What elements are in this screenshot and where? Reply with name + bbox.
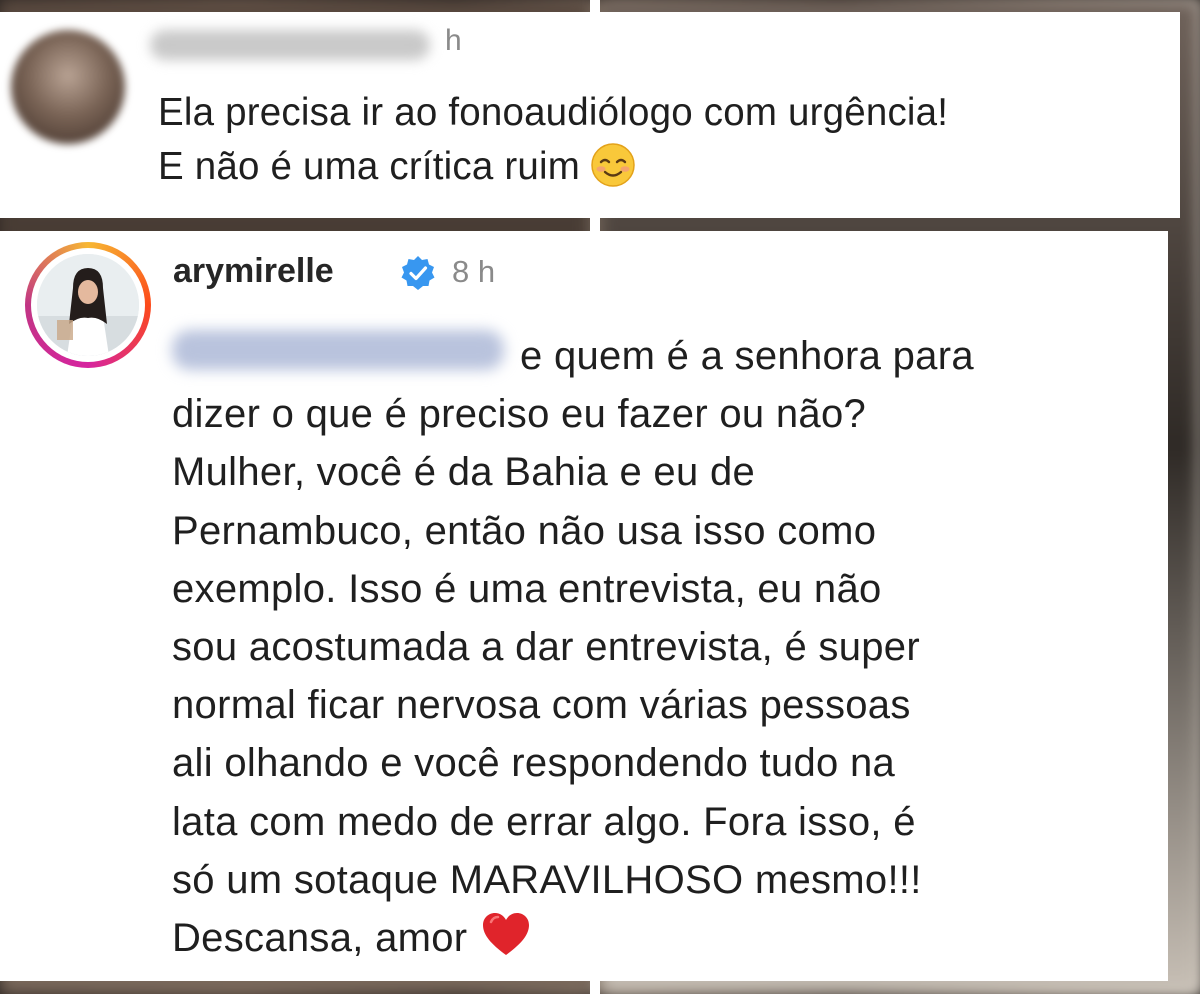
comment-line: Mulher, você é da Bahia e eu de [172,450,756,495]
comment-line: lata com medo de errar algo. Fora isso, … [172,799,916,844]
blurred-username[interactable] [150,30,430,60]
comment-line: e quem é a senhora para [520,334,974,378]
avatar-photo-icon [37,254,139,356]
comment-line: Ela precisa ir ao fonoaudiólogo com urgê… [158,91,949,134]
avatar [37,254,139,356]
comment-line: ali olhando e você respondendo tudo na [172,741,896,786]
verified-badge-icon [401,256,435,290]
username[interactable]: arymirelle [173,252,334,291]
comment-line: dizer o que é preciso eu fazer ou não? [172,392,867,437]
comment-line-with-emoji: E não é uma crítica ruim [158,140,1168,194]
comment-timestamp: h [445,24,462,57]
comment-line: normal ficar nervosa com várias pessoas [172,683,911,728]
comment-timestamp: 8 h [452,254,496,289]
comment-first-line: e quem é a senhora para [172,327,1162,385]
comment-line: exemplo. Isso é uma entrevista, eu não [172,566,882,611]
avatar-ring-gap [31,248,145,362]
comment-line: E não é uma crítica ruim [158,145,581,188]
comment-line: Descansa, amor [172,916,468,961]
comment-1-text: Ela precisa ir ao fonoaudiólogo com urgê… [158,86,1168,194]
comment-2-text: e quem é a senhora para dizer o que é pr… [172,327,1162,967]
red-heart-icon [483,913,530,956]
comment-line: só um sotaque MARAVILHOSO mesmo!!! [172,857,922,902]
comment-line: Pernambuco, então não usa isso como [172,508,877,553]
comment-line: sou acostumada a dar entrevista, é super [172,625,920,670]
story-ring-avatar[interactable] [25,242,151,368]
comment-last-line: Descansa, amor [172,909,1162,967]
smiling-face-icon [591,143,635,187]
blurred-avatar[interactable] [11,30,125,144]
